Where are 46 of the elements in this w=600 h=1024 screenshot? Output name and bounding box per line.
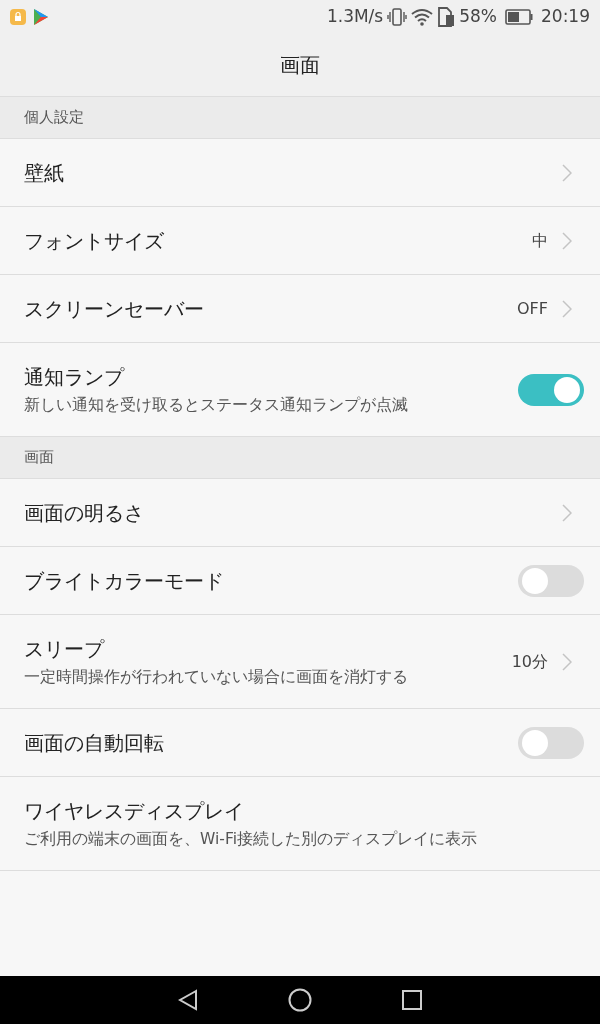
settings-row[interactable]: ワイヤレスディスプレイ ご利用の端末の画面を、Wi-Fi接続した別のディスプレイに表示 [0, 777, 600, 871]
clock-time: 20:19 [541, 5, 590, 29]
setting-value: 10分 [511, 650, 548, 673]
toggle-switch[interactable] [518, 564, 584, 597]
chevron-icon [562, 163, 572, 182]
setting-value: OFF [517, 297, 548, 320]
chevron-icon [562, 652, 572, 671]
setting-title: 壁紙 [24, 159, 65, 187]
back-icon[interactable] [178, 989, 198, 1011]
toggle-switch[interactable] [518, 726, 584, 759]
battery-icon [505, 9, 533, 25]
lock-icon [10, 9, 26, 25]
vibrate-icon [387, 7, 408, 27]
settings-row[interactable]: 壁紙 [0, 139, 600, 207]
setting-description: 一定時間操作が行われていない場合に画面を消灯する [24, 666, 409, 688]
play-store-icon [34, 9, 48, 25]
toggle-switch[interactable] [518, 373, 584, 406]
network-speed: 1.3M/s [326, 5, 384, 29]
recents-icon[interactable] [402, 990, 422, 1010]
setting-title: 画面の自動回転 [24, 729, 165, 757]
setting-title: スクリーンセーバー [24, 295, 205, 323]
wifi-icon [411, 8, 434, 26]
setting-title: ワイヤレスディスプレイ [24, 797, 245, 825]
sim-card-icon [437, 7, 456, 27]
section-header: 個人設定 [24, 107, 84, 129]
setting-title: ブライトカラーモード [24, 567, 225, 595]
setting-title: スリープ [24, 635, 106, 663]
page-title: 画面 [280, 52, 320, 79]
setting-value: 中 [532, 229, 548, 252]
settings-row[interactable]: スクリーンセーバー OFF [0, 275, 600, 343]
setting-title: フォントサイズ [24, 227, 165, 255]
chevron-icon [562, 503, 572, 522]
chevron-icon [562, 299, 572, 318]
setting-description: 新しい通知を受け取るとステータス通知ランプが点滅 [24, 394, 409, 416]
setting-description: ご利用の端末の画面を、Wi-Fi接続した別のディスプレイに表示 [24, 828, 478, 850]
setting-title: 通知ランプ [24, 363, 126, 391]
section-header: 画面 [24, 447, 54, 469]
settings-row[interactable]: スリープ 一定時間操作が行われていない場合に画面を消灯する 10分 [0, 615, 600, 709]
settings-row[interactable]: 画面の明るさ [0, 479, 600, 547]
settings-row[interactable]: フォントサイズ 中 [0, 207, 600, 275]
chevron-icon [562, 231, 572, 250]
settings-row[interactable]: 画面の自動回転 [0, 709, 600, 777]
settings-row[interactable]: ブライトカラーモード [0, 547, 600, 615]
setting-title: 画面の明るさ [24, 499, 145, 527]
home-icon[interactable] [288, 988, 312, 1012]
battery-percent: 58% [459, 5, 497, 29]
